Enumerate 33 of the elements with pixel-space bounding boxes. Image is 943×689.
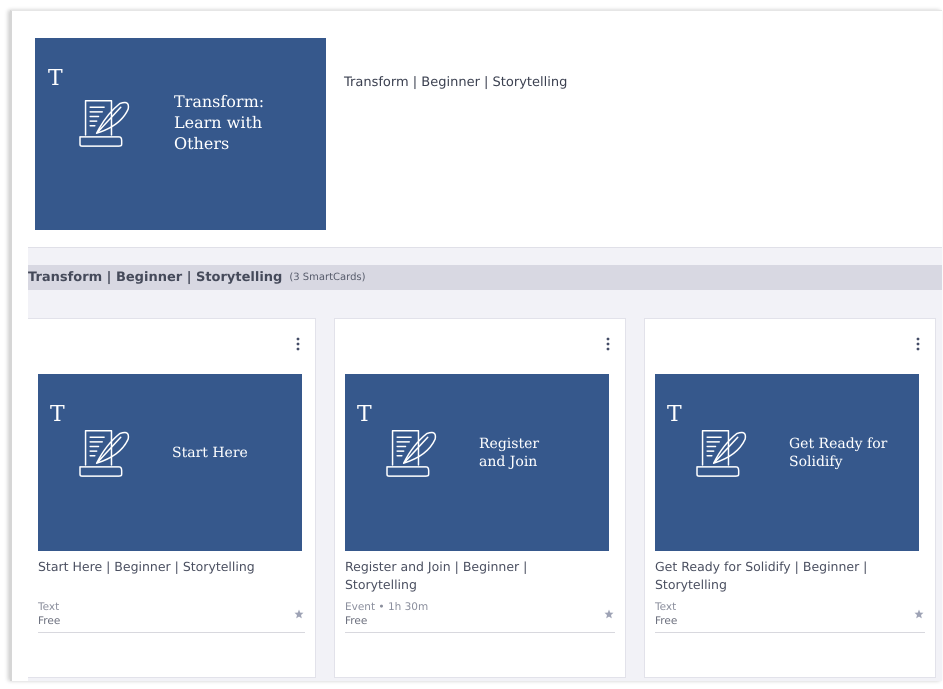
thumbnail-title: Get Ready for Solidify — [789, 434, 888, 472]
card-type: Text — [655, 601, 678, 613]
thumbnail-title: Start Here — [172, 444, 248, 462]
thumbnail-title: Register and Join — [479, 434, 540, 472]
card-type: Event • 1h 30m — [345, 601, 428, 613]
more-options-icon[interactable] — [916, 337, 920, 351]
more-options-icon[interactable] — [606, 337, 610, 351]
thumbnail-letter: T — [50, 404, 65, 426]
smartcard[interactable]: T Start Here Start Here | Beginner | Storytelling Text Free — [28, 318, 316, 678]
thumbnail-title: Transform: Learn with Others — [174, 92, 264, 154]
card-price: Free — [38, 615, 60, 627]
star-icon[interactable] — [604, 609, 614, 619]
card-title[interactable]: Start Here | Beginner | Storytelling — [38, 558, 305, 594]
smartcard[interactable]: T Register and Join Register and Join | Beginner | Storytelling Event • 1h 30m Free — [334, 318, 626, 678]
star-icon[interactable] — [294, 609, 304, 619]
more-options-icon[interactable] — [296, 337, 300, 351]
thumbnail-letter: T — [357, 404, 372, 426]
scroll-quill-icon — [695, 428, 749, 478]
scroll-quill-icon — [385, 428, 439, 478]
thumbnail-letter: T — [667, 404, 682, 426]
section-title: Transform | Beginner | Storytelling — [28, 270, 282, 285]
scroll-quill-icon — [78, 98, 132, 148]
star-icon[interactable] — [914, 609, 924, 619]
smartcard[interactable]: T Get Ready for Solidify Get Ready for Solidify | Beginner | Storytelling Text Free — [644, 318, 936, 678]
card-title[interactable]: Register and Join | Beginner | Storytelling — [345, 558, 615, 594]
thumbnail-letter: T — [48, 68, 63, 90]
scroll-quill-icon — [78, 428, 132, 478]
card-type: Text — [38, 601, 60, 613]
card-price: Free — [345, 615, 368, 627]
course-title-link[interactable]: Transform | Beginner | Storytelling — [344, 75, 568, 90]
card-price: Free — [655, 615, 678, 627]
card-count: (3 SmartCards) — [289, 272, 366, 283]
card-title[interactable]: Get Ready for Solidify | Beginner | Storytelling — [655, 558, 925, 594]
